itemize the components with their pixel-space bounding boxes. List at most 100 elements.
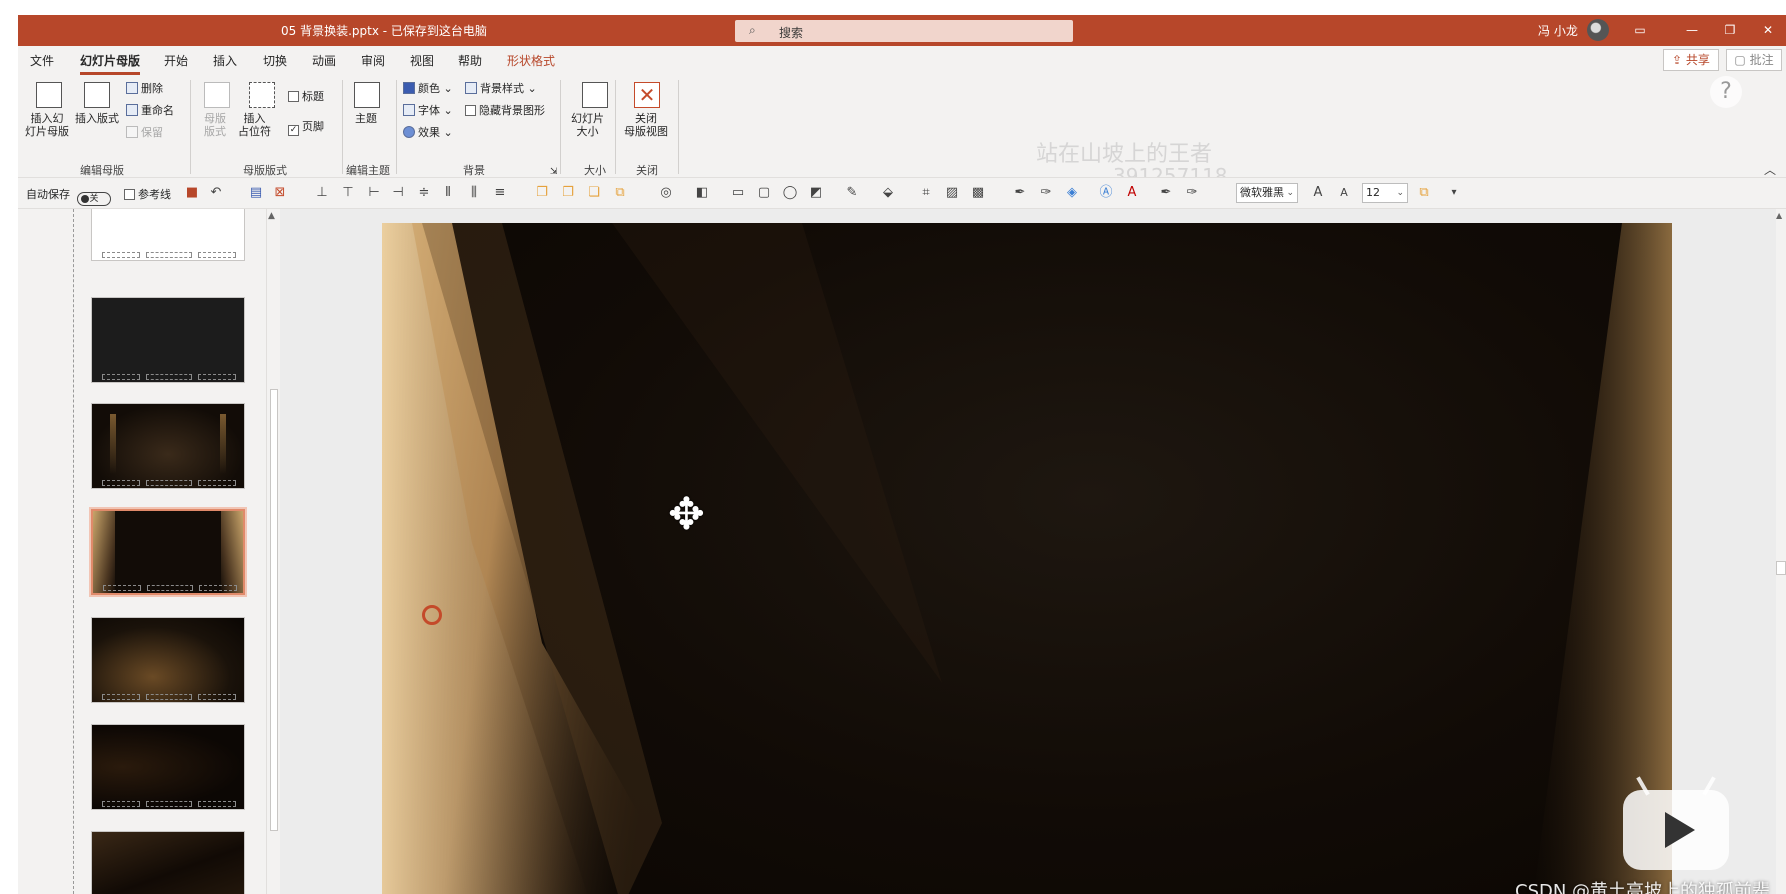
decrease-font-size-icon[interactable]: A bbox=[1336, 185, 1352, 201]
tab-insert[interactable]: 插入 bbox=[213, 52, 237, 69]
layout-thumbnail[interactable] bbox=[91, 831, 245, 894]
rounded-rectangle-icon[interactable]: ▢ bbox=[756, 185, 772, 201]
share-button[interactable]: ⇪ 共享 bbox=[1663, 49, 1719, 71]
delete-button[interactable]: 删除 bbox=[126, 82, 163, 95]
align-center-icon[interactable]: ≑ bbox=[416, 185, 432, 201]
slide-size-button[interactable]: 幻灯片 大小 bbox=[571, 112, 604, 138]
text-box-icon[interactable]: Ⓐ bbox=[1098, 185, 1114, 201]
tab-file[interactable]: 文件 bbox=[30, 52, 54, 69]
eyedropper-outline-icon[interactable]: ✑ bbox=[1038, 185, 1054, 201]
colors-button[interactable]: 颜色 ⌄ bbox=[403, 82, 453, 95]
insert-slide-master-button[interactable]: 插入幻 灯片母版 bbox=[25, 112, 69, 138]
preserve-button[interactable]: 保留 bbox=[126, 126, 163, 139]
save-icon[interactable]: ■ bbox=[184, 185, 200, 201]
layout-thumbnail-selected[interactable] bbox=[89, 507, 247, 597]
fill-color-icon[interactable]: ◈ bbox=[1064, 185, 1080, 201]
title-checkbox-box[interactable] bbox=[288, 91, 299, 102]
rename-button[interactable]: 重命名 bbox=[126, 104, 174, 117]
guides-checkbox[interactable]: 参考线 bbox=[124, 186, 171, 202]
thumbnail-scrollbar[interactable]: ▲ bbox=[266, 209, 280, 894]
collapse-ribbon-icon[interactable]: ︿ bbox=[1764, 161, 1776, 178]
scroll-up-icon[interactable]: ▲ bbox=[1776, 211, 1782, 220]
user-name[interactable]: 冯 小龙 bbox=[1538, 22, 1578, 39]
font-color-icon[interactable]: A bbox=[1124, 185, 1140, 201]
master-layout-button[interactable]: 母版 版式 bbox=[204, 112, 226, 138]
footer-checkbox-box[interactable]: ✓ bbox=[288, 125, 299, 136]
eyedropper-icon[interactable]: ✒ bbox=[1012, 185, 1028, 201]
tab-review[interactable]: 审阅 bbox=[361, 52, 385, 69]
title-checkbox[interactable]: 标题 bbox=[288, 90, 324, 103]
slide-editing-canvas[interactable]: ✥ bbox=[280, 209, 1786, 894]
footer-checkbox[interactable]: ✓ 页脚 bbox=[288, 120, 324, 136]
eyedropper-text-icon[interactable]: ✒ bbox=[1158, 185, 1174, 201]
layout-thumbnail[interactable] bbox=[91, 209, 245, 261]
tab-help[interactable]: 帮助 bbox=[458, 52, 482, 69]
arrange-icon[interactable]: ⧉ bbox=[1416, 185, 1432, 201]
shape-fill-bucket-icon[interactable]: ⬙ bbox=[880, 185, 896, 201]
edit-shape-icon[interactable]: ✎ bbox=[844, 185, 860, 201]
close-master-view-button[interactable]: 关闭 母版视图 bbox=[624, 112, 668, 138]
themes-button[interactable]: 主题 bbox=[355, 112, 377, 125]
align-bottom-icon[interactable]: ⊥ bbox=[314, 185, 330, 201]
layout-thumbnail[interactable] bbox=[91, 617, 245, 703]
distribute-horizontal-icon[interactable]: ⫼ bbox=[466, 185, 482, 201]
bring-forward-icon[interactable]: ❐ bbox=[534, 185, 550, 201]
eyedropper-outline-text-icon[interactable]: ✑ bbox=[1184, 185, 1200, 201]
hide-background-checkbox-box[interactable] bbox=[465, 105, 476, 116]
align-left-icon[interactable]: ⊢ bbox=[366, 185, 382, 201]
normal-view-icon[interactable]: ▤ bbox=[248, 185, 264, 201]
scrollbar-thumb[interactable] bbox=[270, 389, 278, 831]
align-middle-icon[interactable]: ⫴ bbox=[440, 185, 456, 201]
shapes-gallery-icon[interactable]: ◩ bbox=[808, 185, 824, 201]
insert-layout-button[interactable]: 插入版式 bbox=[75, 112, 119, 125]
effects-button[interactable]: 效果 ⌄ bbox=[403, 126, 453, 139]
close-icon[interactable]: ✕ bbox=[1759, 21, 1777, 39]
increase-font-size-icon[interactable]: A bbox=[1310, 185, 1326, 201]
bring-to-front-icon[interactable]: ❏ bbox=[586, 185, 602, 201]
font-name-select[interactable]: 微软雅黑 ⌄ bbox=[1236, 183, 1298, 203]
minimize-icon[interactable]: — bbox=[1683, 21, 1701, 39]
send-backward-icon[interactable]: ❐ bbox=[560, 185, 576, 201]
restore-icon[interactable]: ❐ bbox=[1721, 21, 1739, 39]
hide-background-checkbox[interactable]: 隐藏背景图形 bbox=[465, 104, 545, 117]
fonts-button[interactable]: 字体 ⌄ bbox=[403, 104, 453, 117]
change-picture-icon[interactable]: ▩ bbox=[970, 185, 986, 201]
rotation-handle[interactable] bbox=[422, 605, 442, 625]
distribute-vertical-icon[interactable]: ≡ bbox=[492, 185, 508, 201]
tab-slide-master[interactable]: 幻灯片母版 bbox=[80, 52, 141, 75]
layout-thumbnail[interactable] bbox=[91, 724, 245, 810]
canvas-scrollbar[interactable]: ▲ bbox=[1776, 209, 1786, 894]
oval-icon[interactable]: ◯ bbox=[782, 185, 798, 201]
tab-shape-format[interactable]: 形状格式 bbox=[507, 52, 555, 69]
delete-slide-icon[interactable]: ⊠ bbox=[272, 185, 288, 201]
customize-toolbar-icon[interactable]: ▾ bbox=[1446, 185, 1462, 201]
rectangle-icon[interactable]: ▭ bbox=[730, 185, 746, 201]
crop-icon[interactable]: ⌗ bbox=[918, 185, 934, 201]
undo-icon[interactable]: ↶ bbox=[208, 185, 224, 201]
guides-checkbox-box[interactable] bbox=[124, 189, 135, 200]
video-play-overlay[interactable] bbox=[1623, 790, 1729, 870]
group-objects-icon[interactable]: ⧉ bbox=[612, 185, 628, 201]
scrollbar-thumb[interactable] bbox=[1776, 561, 1786, 575]
align-top-icon[interactable]: ⊤ bbox=[340, 185, 356, 201]
insert-shape-icon[interactable]: ◧ bbox=[694, 185, 710, 201]
layout-thumbnail[interactable] bbox=[91, 297, 245, 383]
avatar[interactable] bbox=[1587, 19, 1609, 41]
ribbon-display-options-icon[interactable]: ▭ bbox=[1631, 21, 1649, 39]
layout-thumbnail[interactable] bbox=[91, 403, 245, 489]
autosave-switch[interactable]: 关 bbox=[76, 192, 111, 206]
slide-master-layout[interactable]: ✥ bbox=[382, 223, 1672, 894]
scroll-up-icon[interactable]: ▲ bbox=[268, 211, 275, 221]
tab-transitions[interactable]: 切换 bbox=[263, 52, 287, 69]
picture-icon[interactable]: ▨ bbox=[944, 185, 960, 201]
tab-view[interactable]: 视图 bbox=[410, 52, 434, 69]
comments-button[interactable]: ▢ 批注 bbox=[1726, 49, 1782, 71]
tab-home[interactable]: 开始 bbox=[164, 52, 188, 69]
font-size-select[interactable]: 12 ⌄ bbox=[1362, 183, 1408, 203]
tab-animations[interactable]: 动画 bbox=[312, 52, 336, 69]
insert-placeholder-button[interactable]: 插入 占位符 bbox=[238, 112, 271, 138]
search-box[interactable]: ⌕ 搜索 bbox=[735, 20, 1073, 42]
background-styles-button[interactable]: 背景样式 ⌄ bbox=[465, 82, 537, 95]
merge-shapes-icon[interactable]: ◎ bbox=[658, 185, 674, 201]
autosave-toggle[interactable]: 自动保存 关 bbox=[26, 186, 111, 206]
